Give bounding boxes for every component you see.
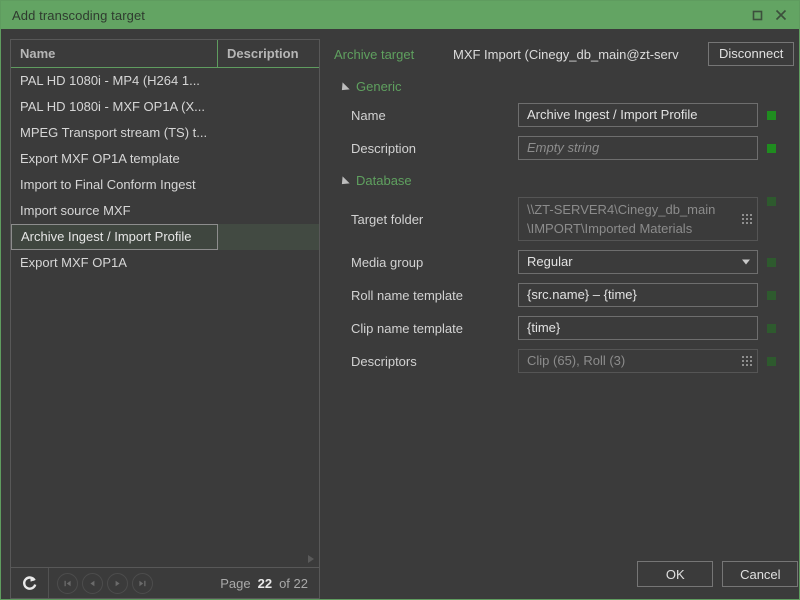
row-description xyxy=(218,172,319,198)
title-bar: Add transcoding target xyxy=(1,1,799,29)
field-label-roll-name-template: Roll name template xyxy=(351,287,463,303)
table-row[interactable]: Import source MXF xyxy=(11,198,319,224)
clip-name-indicator xyxy=(767,323,776,333)
row-name: MPEG Transport stream (TS) t... xyxy=(20,125,208,140)
row-name: PAL HD 1080i - MXF OP1A (X... xyxy=(20,99,205,114)
grid-header: Name Description xyxy=(11,40,319,68)
chevron-down-icon[interactable] xyxy=(742,259,750,265)
table-row-selected[interactable]: Archive Ingest / Import Profile xyxy=(11,224,319,250)
target-folder-value: \\ZT-SERVER4\Cinegy_db_main \IMPORT\Impo… xyxy=(527,202,716,236)
pager-status: Page 22 of 22 xyxy=(220,576,319,591)
target-folder-indicator xyxy=(767,197,776,206)
field-target-folder: Target folder \\ZT-SERVER4\Cinegy_db_mai… xyxy=(334,197,800,241)
page-total: of 22 xyxy=(279,575,308,591)
row-name: Archive Ingest / Import Profile xyxy=(11,224,218,250)
page-label: Page xyxy=(220,575,251,591)
section-title: Generic xyxy=(356,79,402,94)
field-roll-name-template: Roll name template {src.name} – {time} xyxy=(334,283,800,307)
clip-name-template-input[interactable]: {time} xyxy=(518,316,758,340)
row-name: PAL HD 1080i - MP4 (H264 1... xyxy=(20,73,200,88)
field-clip-name-template: Clip name template {time} xyxy=(334,316,800,340)
descriptors-value: Clip (65), Roll (3) xyxy=(527,353,626,368)
field-label-description: Description xyxy=(351,140,417,156)
name-input[interactable]: Archive Ingest / Import Profile xyxy=(518,103,758,127)
row-description xyxy=(218,120,319,146)
chevron-down-icon xyxy=(338,175,350,188)
scroll-right-icon[interactable] xyxy=(308,555,314,563)
row-description xyxy=(218,198,319,224)
refresh-icon[interactable] xyxy=(11,568,49,598)
column-header-name[interactable]: Name xyxy=(11,40,218,67)
media-group-select[interactable]: Regular xyxy=(518,250,758,274)
section-generic[interactable]: Generic xyxy=(338,79,800,94)
chevron-down-icon xyxy=(338,81,350,94)
table-row[interactable]: PAL HD 1080i - MP4 (H264 1... xyxy=(11,68,319,94)
maximize-icon[interactable] xyxy=(746,4,768,26)
first-page-icon[interactable] xyxy=(57,572,78,594)
ok-button[interactable]: OK xyxy=(637,561,714,587)
row-name: Import source MXF xyxy=(20,203,131,218)
table-row[interactable]: PAL HD 1080i - MXF OP1A (X... xyxy=(11,94,319,120)
field-description: Description Empty string xyxy=(334,136,800,160)
grid-rows: PAL HD 1080i - MP4 (H264 1... PAL HD 108… xyxy=(11,68,319,567)
field-media-group: Media group Regular xyxy=(334,250,800,274)
archive-target-value: MXF Import (Cinegy_db_main@zt-serv xyxy=(453,46,679,62)
window-controls xyxy=(746,4,799,26)
next-page-icon[interactable] xyxy=(107,572,128,594)
media-group-indicator xyxy=(767,257,776,267)
archive-target-row: Archive target MXF Import (Cinegy_db_mai… xyxy=(334,42,800,66)
descriptors-input[interactable]: Clip (65), Roll (3) xyxy=(518,349,758,373)
field-label-clip-name-template: Clip name template xyxy=(351,320,463,336)
dialog-body: Name Description PAL HD 1080i - MP4 (H26… xyxy=(1,29,799,599)
description-input[interactable]: Empty string xyxy=(518,136,758,160)
row-name: Import to Final Conform Ingest xyxy=(20,177,196,192)
disconnect-button[interactable]: Disconnect xyxy=(708,42,795,66)
column-header-description[interactable]: Description xyxy=(218,40,319,67)
previous-page-icon[interactable] xyxy=(82,572,103,594)
section-title: Database xyxy=(356,173,412,188)
pager-bar: Page 22 of 22 xyxy=(10,567,320,599)
field-label-name: Name xyxy=(351,107,386,123)
row-description xyxy=(218,146,319,172)
archive-target-label: Archive target xyxy=(334,46,415,62)
row-description xyxy=(218,250,319,276)
target-folder-input[interactable]: \\ZT-SERVER4\Cinegy_db_main \IMPORT\Impo… xyxy=(518,197,758,241)
field-label-descriptors: Descriptors xyxy=(351,353,417,369)
table-row[interactable]: MPEG Transport stream (TS) t... xyxy=(11,120,319,146)
dialog-footer: OK Cancel xyxy=(637,561,799,587)
close-icon[interactable] xyxy=(770,4,792,26)
templates-grid: Name Description PAL HD 1080i - MP4 (H26… xyxy=(10,39,320,567)
table-row[interactable]: Import to Final Conform Ingest xyxy=(11,172,319,198)
field-descriptors: Descriptors Clip (65), Roll (3) xyxy=(334,349,800,373)
descriptors-indicator xyxy=(767,356,776,366)
description-indicator xyxy=(767,143,776,153)
name-indicator xyxy=(767,110,776,120)
details-pane: Archive target MXF Import (Cinegy_db_mai… xyxy=(334,39,800,599)
pager-navigation xyxy=(49,572,153,594)
row-name: Export MXF OP1A template xyxy=(20,151,180,166)
table-row[interactable]: Export MXF OP1A template xyxy=(11,146,319,172)
table-row[interactable]: Export MXF OP1A xyxy=(11,250,319,276)
dialog-window: Add transcoding target Name Description … xyxy=(0,0,800,600)
row-description xyxy=(218,94,319,120)
row-description xyxy=(218,224,319,250)
templates-pane: Name Description PAL HD 1080i - MP4 (H26… xyxy=(10,39,320,599)
row-name: Export MXF OP1A xyxy=(20,255,127,270)
last-page-icon[interactable] xyxy=(132,572,153,594)
browse-icon[interactable] xyxy=(742,356,752,366)
grid-empty-space xyxy=(11,276,319,567)
field-label-media-group: Media group xyxy=(351,254,424,270)
page-number[interactable]: 22 xyxy=(258,576,272,591)
media-group-value: Regular xyxy=(527,254,573,269)
section-database[interactable]: Database xyxy=(338,173,800,188)
browse-icon[interactable] xyxy=(742,214,752,224)
field-name: Name Archive Ingest / Import Profile xyxy=(334,103,800,127)
roll-name-indicator xyxy=(767,290,776,300)
row-description xyxy=(218,68,319,94)
window-title: Add transcoding target xyxy=(12,7,146,23)
field-label-target-folder: Target folder xyxy=(351,211,424,227)
roll-name-template-input[interactable]: {src.name} – {time} xyxy=(518,283,758,307)
cancel-button[interactable]: Cancel xyxy=(722,561,799,587)
